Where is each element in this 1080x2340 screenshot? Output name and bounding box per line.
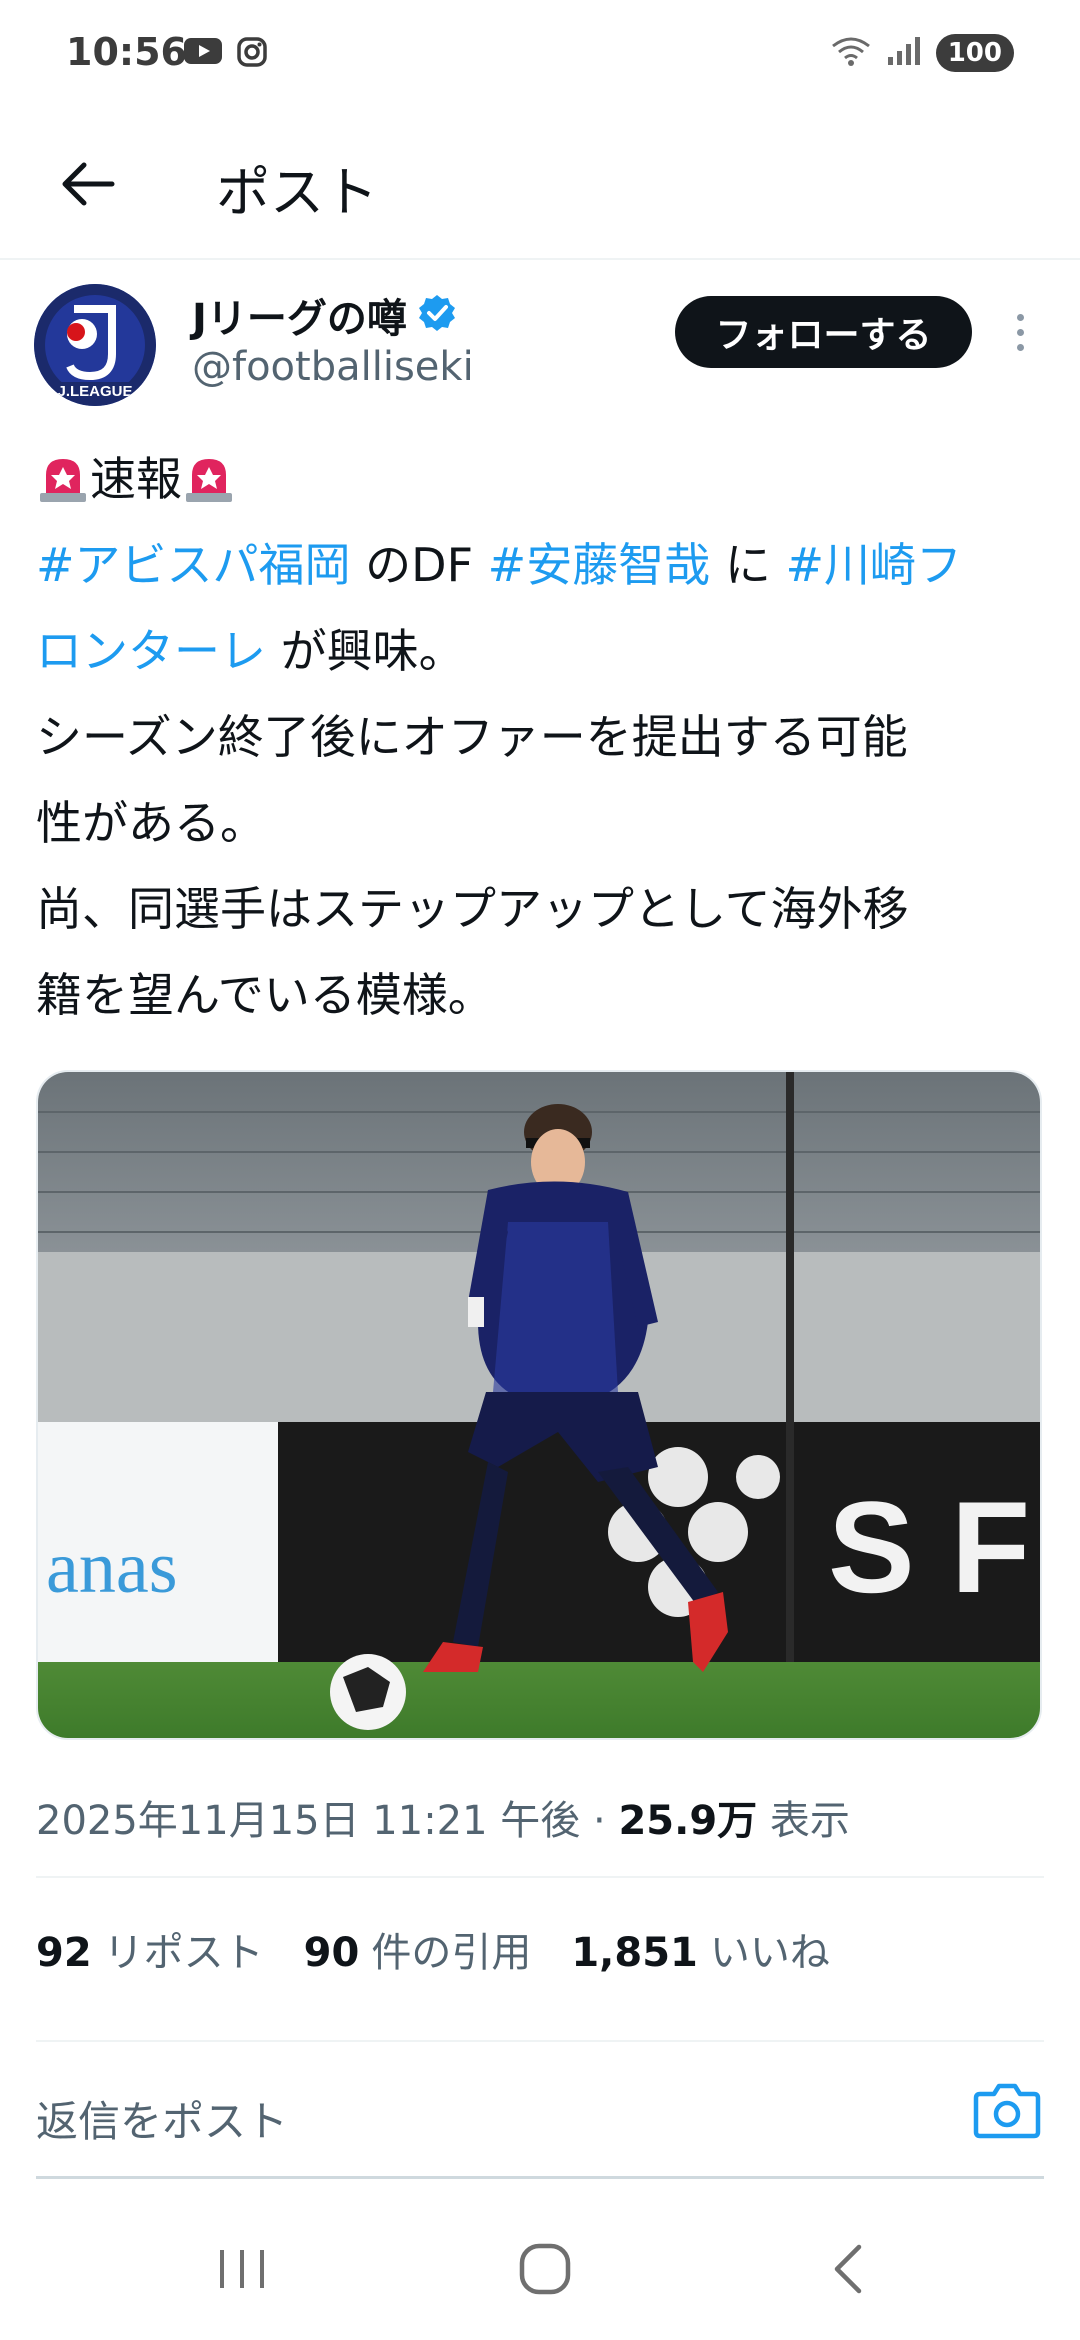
siren-icon	[186, 459, 232, 502]
handle[interactable]: @footballiseki	[192, 344, 474, 390]
more-dot	[1016, 328, 1024, 336]
likes-label: いいね	[709, 1930, 830, 1976]
youtube-icon	[184, 36, 222, 72]
tweet-meta: 2025年11月15日 11:21 午後 · 25.9万 表示	[36, 1788, 850, 1846]
avatar[interactable]: J.LEAGUE	[34, 284, 156, 406]
avatar-logo-text: J.LEAGUE	[57, 383, 132, 400]
reposts-count: 92	[36, 1930, 92, 1976]
follow-button[interactable]: フォローする	[675, 296, 972, 368]
tweet-image[interactable]: anas S F	[36, 1070, 1042, 1740]
likes-count: 1,851	[571, 1930, 698, 1976]
back-arrow-icon	[62, 162, 115, 206]
more-dot	[1016, 313, 1024, 321]
tweet-datetime[interactable]: 2025年11月15日 11:21 午後 ·	[36, 1798, 618, 1844]
reply-input[interactable]: 返信をポスト	[36, 2088, 288, 2149]
tweet-line: ロンターレ が興味。	[36, 608, 1046, 694]
more-options-button[interactable]	[1000, 300, 1040, 364]
display-name[interactable]: Jリーグの噂	[192, 286, 407, 344]
system-back-button[interactable]	[802, 2234, 892, 2304]
tweet-line: 籍を望んでいる模様。	[36, 968, 494, 1022]
back-button[interactable]	[48, 144, 128, 224]
tweet-line: シーズン終了後にオファーを提出する可能	[36, 710, 908, 764]
banner-text-right: S F	[828, 1474, 1030, 1620]
likes-stat[interactable]: 1,851 いいね	[571, 1920, 830, 1978]
status-right: 100	[830, 34, 1014, 72]
camera-icon	[973, 2083, 1041, 2139]
instagram-icon	[236, 36, 268, 72]
banner-text-left: anas	[46, 1527, 178, 1609]
quotes-count: 90	[303, 1930, 360, 1976]
status-time: 10:56	[66, 30, 187, 74]
siren-icon	[40, 459, 86, 502]
verified-badge-icon	[417, 293, 457, 337]
reply-bar: 返信をポスト	[0, 2040, 1080, 2179]
tweet-line: #アビスパ福岡 のDF #安藤智哉 に #川崎フ	[36, 522, 1046, 608]
quotes-stat[interactable]: 90 件の引用	[304, 1920, 532, 1978]
status-app-icons	[184, 36, 268, 72]
quotes-label: 件の引用	[371, 1930, 532, 1976]
hashtag-link[interactable]: ロンターレ	[36, 624, 266, 678]
recent-apps-icon	[220, 2250, 264, 2288]
wifi-icon	[830, 34, 872, 72]
hashtag-link[interactable]: #安藤智哉	[488, 538, 711, 592]
engagement-stats: 92 リポスト 90 件の引用 1,851 いいね	[36, 1920, 830, 1978]
author-row: J.LEAGUE Jリーグの噂 @footballiseki フォローする	[0, 270, 1080, 420]
system-nav-bar	[0, 2190, 1080, 2340]
reposts-stat[interactable]: 92 リポスト	[36, 1920, 264, 1978]
app-header: ポスト	[0, 110, 1080, 260]
tweet-text-part: のDF	[350, 538, 488, 592]
tweet-text: 速報 #アビスパ福岡 のDF #安藤智哉 に #川崎フ ロンターレ が興味。 シ…	[36, 436, 1046, 1038]
tweet-text-part: が興味。	[266, 624, 465, 678]
tweet-line: 性がある。	[36, 796, 266, 850]
reply-underline	[36, 2176, 1044, 2179]
tweet-headline-line: 速報	[36, 436, 1046, 522]
battery-indicator: 100	[935, 34, 1014, 72]
status-bar: 10:56 100	[0, 0, 1080, 110]
tweet-text-part: に	[710, 538, 786, 592]
reposts-label: リポスト	[103, 1930, 264, 1976]
hashtag-link[interactable]: #アビスパ福岡	[36, 538, 351, 592]
display-name-wrap: Jリーグの噂	[192, 286, 457, 344]
views-count: 25.9万	[618, 1798, 758, 1844]
hashtag-link[interactable]: #川崎フ	[785, 538, 962, 592]
recent-apps-button[interactable]	[197, 2234, 287, 2304]
home-button[interactable]	[500, 2234, 590, 2304]
home-icon	[519, 2243, 571, 2295]
signal-icon	[886, 35, 922, 71]
divider	[36, 1876, 1044, 1878]
back-icon	[834, 2244, 862, 2294]
tweet-headline: 速報	[90, 452, 182, 506]
tweet-line: 尚、同選手はステップアップとして海外移	[36, 882, 909, 936]
page-title: ポスト	[216, 161, 378, 224]
more-dot	[1016, 343, 1024, 351]
views-label: 表示	[757, 1798, 850, 1844]
camera-button[interactable]	[972, 2080, 1042, 2140]
